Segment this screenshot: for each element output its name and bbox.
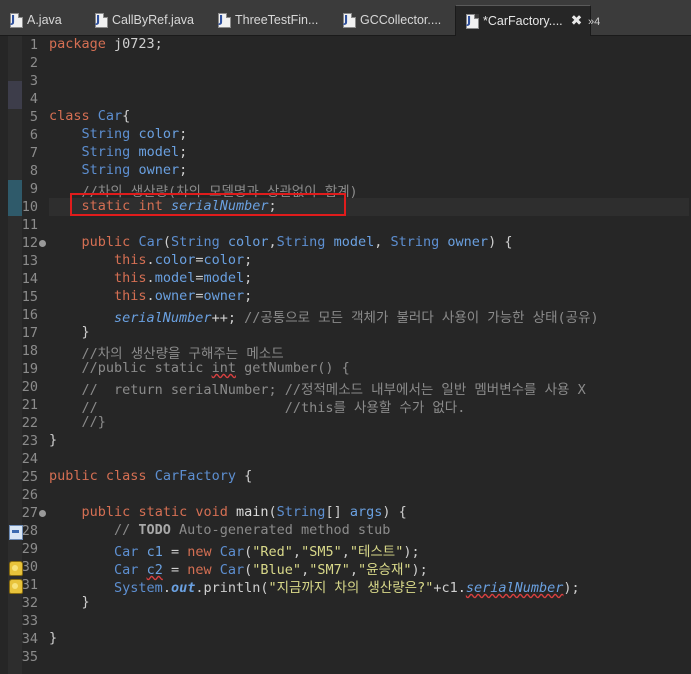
line-number: 13 — [21, 253, 38, 269]
line-number: 23 — [21, 433, 38, 449]
code-line-12: public Car(String color,String model, St… — [81, 234, 513, 250]
editor-tab-bar: J A.java J CallByRef.java J ThreeTestFin… — [0, 0, 691, 36]
line-number: 29 — [21, 541, 38, 557]
line-number: 31 — [21, 577, 38, 593]
code-line-30: Car c2 = new Car("Blue","SM7","윤승재"); — [114, 562, 428, 578]
ruler-marker — [8, 81, 22, 109]
tab-callbyref-java[interactable]: J CallByRef.java — [85, 6, 194, 34]
tab-label: CallByRef.java — [112, 13, 194, 27]
code-line-8: String owner; — [81, 162, 188, 178]
line-number: 33 — [21, 613, 38, 629]
more-tabs-label: »4 — [588, 16, 601, 28]
java-file-icon: J — [95, 12, 108, 28]
close-tab-icon[interactable]: ✖ — [571, 13, 583, 29]
line-number: 25 — [21, 469, 38, 485]
line-number: 28 — [21, 523, 38, 539]
line-number: 32 — [21, 595, 38, 611]
code-line-25: public class CarFactory { — [49, 468, 253, 484]
line-number: 5 — [29, 109, 38, 125]
line-number: 15 — [21, 289, 38, 305]
tab-label: ThreeTestFin... — [235, 13, 319, 27]
fold-collapse-icon[interactable] — [39, 510, 46, 517]
code-line-15: this.owner=owner; — [114, 288, 253, 304]
code-line-34: } — [49, 630, 58, 646]
tab-carfactory-active[interactable]: J *CarFactory.... ✖ — [455, 5, 592, 36]
line-number: 21 — [21, 397, 38, 413]
code-line-18: //차의 생산량을 구해주는 메소드 — [49, 346, 284, 362]
tab-threetestfin[interactable]: J ThreeTestFin... — [208, 6, 318, 34]
line-number: 35 — [21, 649, 38, 665]
code-editor[interactable]: 1 2 3 4 5 6 7 8 9 10 11 12 13 14 15 16 1… — [0, 36, 691, 674]
warning-bulb-icon[interactable] — [9, 561, 23, 576]
code-line-16: serialNumber++; //공통으로 모든 객체가 불러다 사용이 가능… — [114, 310, 599, 326]
code-line-20: // return serialNumber; //정적메소드 내부에서는 일반… — [49, 382, 586, 398]
line-number: 34 — [21, 631, 38, 647]
code-line-29: Car c1 = new Car("Red","SM5","테스트"); — [114, 544, 420, 560]
line-number: 1 — [29, 37, 38, 53]
line-number: 30 — [21, 559, 38, 575]
line-number: 7 — [29, 145, 38, 161]
code-line-22: //} — [49, 414, 106, 430]
java-file-icon: J — [343, 12, 356, 28]
tab-label: *CarFactory.... — [483, 14, 563, 28]
line-number: 17 — [21, 325, 38, 341]
java-file-icon: J — [466, 13, 479, 29]
code-line-13: this.color=color; — [114, 252, 253, 268]
ruler-marker — [8, 180, 22, 216]
code-line-5: class Car{ — [49, 108, 131, 124]
line-number-gutter: 1 2 3 4 5 6 7 8 9 10 11 12 13 14 15 16 1… — [22, 36, 42, 674]
tab-label: A.java — [27, 13, 62, 27]
line-number: 20 — [21, 379, 38, 395]
code-line-6: String color; — [81, 126, 188, 142]
code-line-1: package j0723; — [49, 36, 163, 52]
eclipse-editor-window: J A.java J CallByRef.java J ThreeTestFin… — [0, 0, 691, 674]
line-number: 19 — [21, 361, 38, 377]
fold-collapse-icon[interactable] — [39, 240, 46, 247]
line-number: 22 — [21, 415, 38, 431]
code-line-14: this.model=model; — [114, 270, 253, 286]
code-line-23: } — [49, 432, 58, 448]
java-file-icon: J — [10, 12, 23, 28]
line-number: 4 — [29, 91, 38, 107]
line-number: 24 — [21, 451, 38, 467]
code-line-7: String model; — [81, 144, 188, 160]
annotation-highlight-box — [70, 193, 346, 216]
line-number: 27 — [21, 505, 38, 521]
code-line-31: System.out.println("지금까지 차의 생산량은?"+c1.se… — [114, 580, 580, 596]
tab-label: GCCollector.... — [360, 13, 442, 27]
task-marker-icon[interactable] — [9, 525, 23, 540]
java-file-icon: J — [218, 12, 231, 28]
tab-a-java[interactable]: J A.java — [0, 6, 62, 34]
line-number: 12 — [21, 235, 38, 251]
warning-bulb-icon[interactable] — [9, 579, 23, 594]
line-number: 14 — [21, 271, 38, 287]
line-number: 16 — [21, 307, 38, 323]
line-number: 10 — [21, 199, 38, 215]
line-number: 3 — [29, 73, 38, 89]
line-number: 18 — [21, 343, 38, 359]
line-number: 9 — [29, 181, 38, 197]
line-number: 11 — [21, 217, 38, 233]
tab-overflow-chevron[interactable]: »4 — [588, 8, 600, 36]
code-area[interactable]: package j0723; class Car{ String color; … — [49, 36, 689, 674]
code-line-28: // TODO Auto-generated method stub — [49, 522, 391, 538]
tab-gccollector[interactable]: J GCCollector.... — [333, 6, 441, 34]
line-number: 2 — [29, 55, 38, 71]
code-line-32: } — [49, 594, 90, 610]
line-number: 26 — [21, 487, 38, 503]
line-number: 6 — [29, 127, 38, 143]
code-line-21: // //this를 사용할 수가 없다. — [49, 400, 466, 416]
line-number: 8 — [29, 163, 38, 179]
code-line-19: //public static int getNumber() { — [49, 360, 350, 376]
code-line-17: } — [49, 324, 90, 340]
code-line-27: public static void main(String[] args) { — [81, 504, 407, 520]
